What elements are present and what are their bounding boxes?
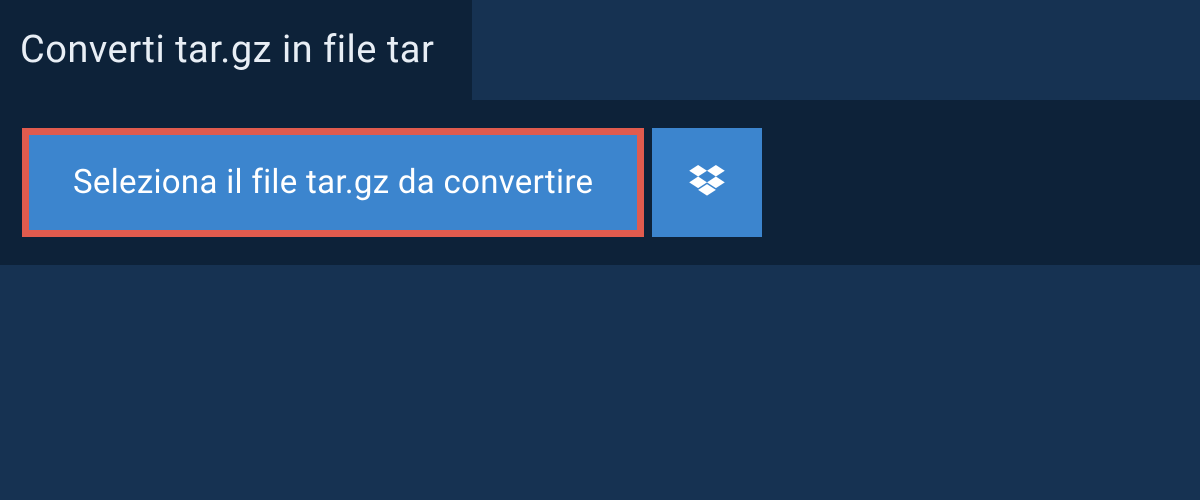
page-title: Converti tar.gz in file tar xyxy=(0,0,472,100)
dropbox-button[interactable] xyxy=(652,128,762,237)
select-file-button[interactable]: Seleziona il file tar.gz da convertire xyxy=(22,128,644,237)
dropbox-icon xyxy=(689,165,725,201)
header-tab: Converti tar.gz in file tar xyxy=(0,0,472,100)
select-file-label: Seleziona il file tar.gz da convertire xyxy=(73,163,593,202)
upload-panel: Seleziona il file tar.gz da convertire xyxy=(0,100,1200,265)
button-row: Seleziona il file tar.gz da convertire xyxy=(22,128,1178,237)
